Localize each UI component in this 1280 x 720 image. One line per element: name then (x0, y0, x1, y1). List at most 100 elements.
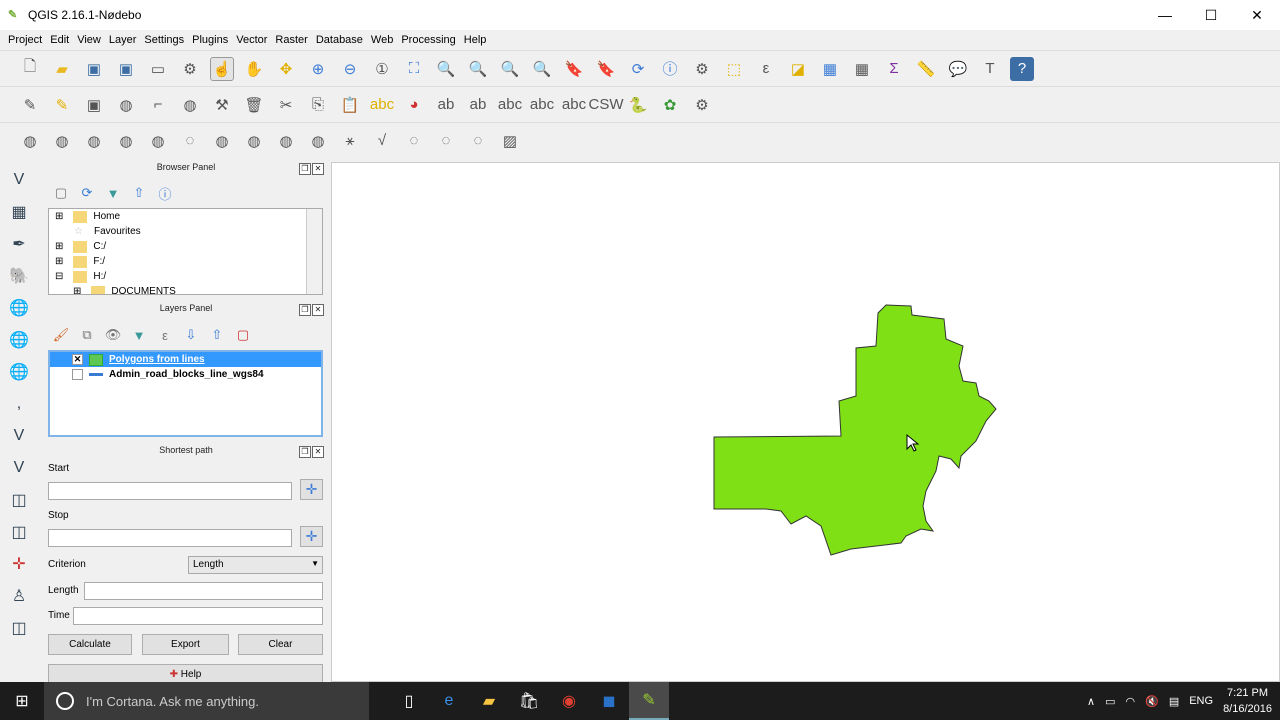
menu-vector[interactable]: Vector (232, 34, 271, 46)
save-edits-icon[interactable]: ▣ (82, 93, 106, 117)
filter-expression-icon[interactable]: ε (156, 326, 174, 344)
expand-icon[interactable]: ⊞ (55, 241, 63, 252)
node-tool-2-icon[interactable]: ⚒ (210, 93, 234, 117)
close-button[interactable]: ✕ (1234, 0, 1280, 30)
new-spatialite-layer-icon[interactable]: ◫ (4, 486, 34, 514)
split-features-icon[interactable]: ◍ (242, 129, 266, 153)
fill-ring-icon[interactable]: ◍ (82, 129, 106, 153)
add-feature-icon[interactable]: ◍ (114, 93, 138, 117)
identify-icon[interactable]: ⓘ (658, 57, 682, 81)
layer-visibility-checkbox[interactable]: ✕ (72, 354, 83, 365)
tracing-icon[interactable]: ▨ (498, 129, 522, 153)
expand-icon[interactable]: ⊞ (55, 211, 63, 222)
cortana-search[interactable]: I'm Cortana. Ask me anything. (44, 682, 369, 720)
split-parts-icon[interactable]: ◍ (274, 129, 298, 153)
info-icon[interactable]: ⓘ (156, 184, 174, 202)
chrome-icon[interactable]: ◉ (549, 682, 589, 720)
paste-icon[interactable]: 📋 (338, 93, 362, 117)
redo-icon[interactable]: ◌ (434, 129, 458, 153)
csw-icon[interactable]: CSW (589, 93, 624, 117)
gps-tools-icon[interactable]: ◫ (4, 614, 34, 642)
zoom-full-icon[interactable]: ⛶ (402, 57, 426, 81)
delete-ring-icon[interactable]: ◍ (114, 129, 138, 153)
menu-settings[interactable]: Settings (140, 34, 188, 46)
menu-plugins[interactable]: Plugins (188, 34, 232, 46)
criterion-select[interactable]: Length ▼ (188, 556, 323, 574)
layer-styling-icon[interactable]: 🖌 (52, 326, 70, 344)
float-panel-icon[interactable]: ❐ (299, 446, 311, 458)
label-icon[interactable]: abc (370, 93, 394, 117)
rotate-label-icon[interactable]: abc (530, 93, 554, 117)
add-spatialite-icon[interactable]: ✒ (4, 230, 34, 258)
windows-start-icon[interactable]: ⊞ (0, 691, 44, 711)
polygon-feature[interactable] (713, 304, 997, 556)
reshape-icon[interactable]: ◌ (178, 129, 202, 153)
collapse-all-icon[interactable]: ⇧ (208, 326, 226, 344)
open-project-icon[interactable]: ▰ (50, 57, 74, 81)
run-action-icon[interactable]: ⚙ (690, 57, 714, 81)
show-bookmarks-icon[interactable]: 🔖 (594, 57, 618, 81)
map-canvas[interactable] (331, 162, 1280, 682)
layer-item[interactable]: Admin_road_blocks_line_wgs84 (50, 367, 321, 382)
menu-help[interactable]: Help (460, 34, 491, 46)
add-selected-icon[interactable]: ▢ (52, 184, 70, 202)
menu-edit[interactable]: Edit (46, 34, 73, 46)
select-expression-icon[interactable]: ε (754, 57, 778, 81)
time-output[interactable] (73, 607, 323, 625)
copy-icon[interactable]: ⎘ (306, 93, 330, 117)
save-as-icon[interactable]: ▣ (114, 57, 138, 81)
show-hidden-icons-icon[interactable]: ∧ (1087, 695, 1095, 708)
qgis-taskbar-icon[interactable]: ✎ (629, 682, 669, 720)
zoom-layer-icon[interactable]: 🔍 (466, 57, 490, 81)
change-label-icon[interactable]: abc (562, 93, 586, 117)
refresh-icon[interactable]: ⟳ (78, 184, 96, 202)
menu-processing[interactable]: Processing (397, 34, 459, 46)
zoom-selection-icon[interactable]: 🔍 (434, 57, 458, 81)
move-feature-icon[interactable]: ◍ (178, 93, 202, 117)
help-icon[interactable]: ? (1010, 56, 1034, 81)
zoom-in-icon[interactable]: ⊕ (306, 57, 330, 81)
menu-raster[interactable]: Raster (271, 34, 311, 46)
add-point-icon[interactable]: ✛ (4, 550, 34, 578)
pan-map-icon[interactable]: ✋ (242, 57, 266, 81)
new-bookmark-icon[interactable]: 🔖 (562, 57, 586, 81)
delete-part-icon[interactable]: ◍ (146, 129, 170, 153)
length-output[interactable] (84, 582, 323, 600)
close-panel-icon[interactable]: ✕ (312, 304, 324, 316)
outlook-icon[interactable]: ◼ (589, 682, 629, 720)
add-vector-layer-icon[interactable]: V (4, 166, 34, 194)
add-delimited-text-icon[interactable]: , (4, 390, 34, 418)
node-tool-icon[interactable]: ⌐ (146, 93, 170, 117)
composer-manager-icon[interactable]: ⚙ (178, 57, 202, 81)
expand-icon[interactable]: ⊞ (55, 256, 63, 267)
add-postgis-icon[interactable]: 🐘 (4, 262, 34, 290)
add-group-icon[interactable]: ⧉ (78, 326, 96, 344)
plugin-2-icon[interactable]: ⚙ (690, 93, 714, 117)
expand-all-icon[interactable]: ⇩ (182, 326, 200, 344)
add-part-icon[interactable]: ◍ (50, 129, 74, 153)
task-view-icon[interactable]: ▯ (389, 682, 429, 720)
add-wcs-icon[interactable]: 🌐 (4, 326, 34, 354)
diagram-icon[interactable]: ◕ (402, 93, 426, 117)
volume-muted-icon[interactable]: 🔇 (1145, 695, 1159, 708)
browser-scrollbar[interactable] (306, 209, 322, 294)
maximize-button[interactable]: ☐ (1188, 0, 1234, 30)
deselect-icon[interactable]: ◪ (786, 57, 810, 81)
layer-visibility-checkbox[interactable] (72, 369, 83, 380)
rotate-point-icon[interactable]: ⚹ (338, 129, 362, 153)
capture-start-point-button[interactable]: ✛ (300, 479, 323, 500)
zoom-next-icon[interactable]: 🔍 (530, 57, 554, 81)
tree-item-c[interactable]: ⊞ C:/ (49, 239, 322, 254)
menu-project[interactable]: Project (4, 34, 46, 46)
menu-web[interactable]: Web (367, 34, 397, 46)
tree-item-documents[interactable]: ⊞ DOCUMENTS (49, 284, 322, 294)
rotate-feature-icon[interactable]: ◌ (466, 129, 490, 153)
statistics-icon[interactable]: Σ (882, 57, 906, 81)
plugin-icon[interactable]: ✿ (658, 93, 682, 117)
zoom-out-icon[interactable]: ⊖ (338, 57, 362, 81)
float-panel-icon[interactable]: ❐ (299, 163, 311, 175)
delete-selected-icon[interactable]: 🗑 (242, 93, 266, 117)
expand-icon[interactable]: ⊟ (55, 271, 63, 282)
clear-button[interactable]: Clear (238, 634, 323, 655)
gps-icon[interactable]: ♙ (4, 582, 34, 610)
